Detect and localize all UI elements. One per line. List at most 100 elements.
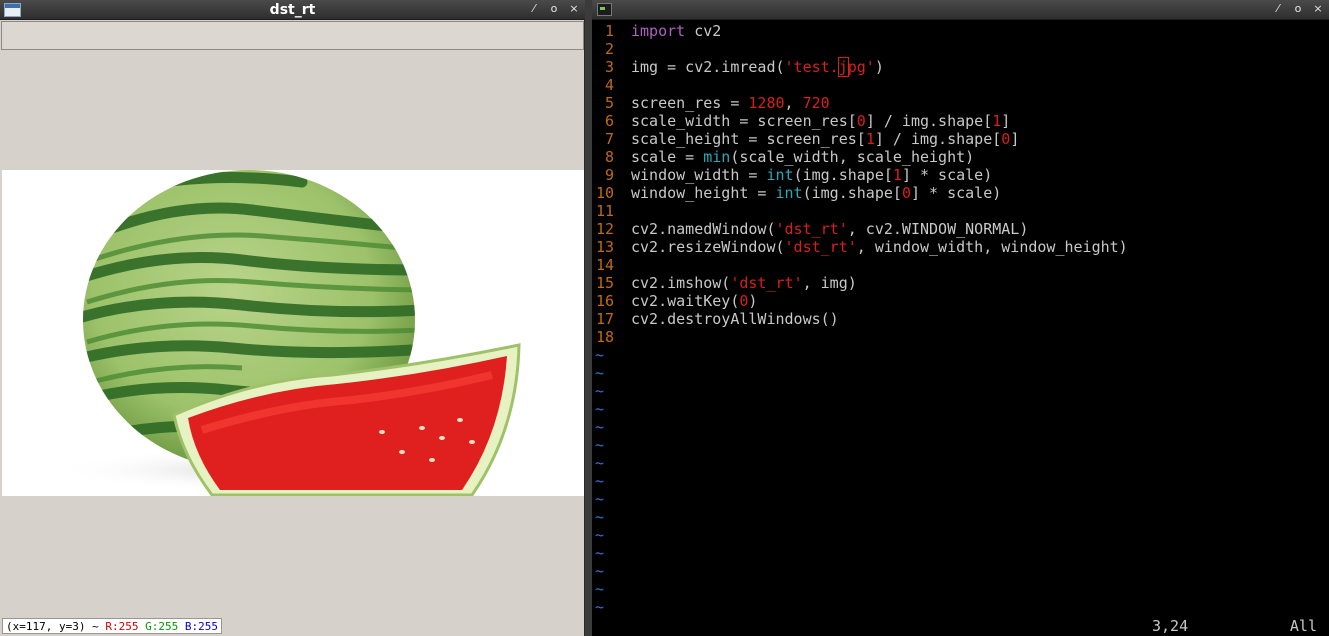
empty-line-marker: ~ [592,382,1329,400]
empty-line-marker: ~ [592,400,1329,418]
tilde-marker: ~ [595,490,605,508]
opencv-window: dst_rt ⁄ o × (x=117, y=3) ~ R:255 G:255 … [0,0,585,636]
code-line: 18 [592,328,1329,346]
tilde-marker: ~ [595,454,605,472]
maximize-icon[interactable]: ⁄ [1273,2,1283,15]
tilde-marker: ~ [595,544,605,562]
line-number: 7 [604,130,614,148]
code-text: cv2.imshow('dst_rt', img) [631,274,857,292]
line-number: 9 [604,166,614,184]
tilde-marker: ~ [595,346,605,364]
empty-line-marker: ~ [592,364,1329,382]
code-line: 12 cv2.namedWindow('dst_rt', cv2.WINDOW_… [592,220,1329,238]
code-text: cv2.resizeWindow('dst_rt', window_width,… [631,238,1128,256]
line-number: 12 [595,220,614,238]
tilde-marker: ~ [595,400,605,418]
tilde-marker: ~ [595,436,605,454]
tilde-marker: ~ [595,418,605,436]
terminal-window: ⁄ o × 1 import cv2 2 3 img = cv2.imread(… [592,0,1329,636]
opencv-titlebar[interactable]: dst_rt ⁄ o × [0,0,585,20]
vim-editor[interactable]: 1 import cv2 2 3 img = cv2.imread('test.… [592,22,1329,636]
line-number: 16 [595,292,614,310]
restore-icon[interactable]: o [549,2,559,15]
code-line: 16 cv2.waitKey(0) [592,292,1329,310]
pixel-status-bar: (x=117, y=3) ~ R:255 G:255 B:255 [2,618,222,634]
cursor-position: 3,24 [1152,617,1189,635]
code-text: window_height = int(img.shape[0] * scale… [631,184,1002,202]
tilde-marker: ~ [595,526,605,544]
vim-status-line: 3,24 All [592,616,1329,635]
terminal-icon[interactable] [597,3,612,16]
code-text: scale_width = screen_res[0] / img.shape[… [631,112,1011,130]
cursor-coordinates: (x=117, y=3) ~ [6,620,99,633]
code-line: 14 [592,256,1329,274]
code-text: scale_height = screen_res[1] / img.shape… [631,130,1020,148]
code-line: 3 img = cv2.imread('test.jpg') [592,57,1329,77]
close-icon[interactable]: × [1313,2,1323,15]
code-text: cv2.destroyAllWindows() [631,310,839,328]
empty-line-marker: ~ [592,490,1329,508]
green-value: G:255 [145,620,179,633]
code-line: 2 [592,40,1329,58]
code-text: cv2.namedWindow('dst_rt', cv2.WINDOW_NOR… [631,220,1029,238]
code-line: 7 scale_height = screen_res[1] / img.sha… [592,130,1329,148]
empty-line-marker: ~ [592,472,1329,490]
code-text: img = cv2.imread('test.jpg') [631,57,884,77]
code-line: 9 window_width = int(img.shape[1] * scal… [592,166,1329,184]
line-number: 2 [604,40,614,58]
empty-line-marker: ~ [592,418,1329,436]
line-number: 10 [595,184,614,202]
tilde-marker: ~ [595,382,605,400]
window-controls: ⁄ o × [1273,2,1323,15]
code-line: 10 window_height = int(img.shape[0] * sc… [592,184,1329,202]
code-text: window_width = int(img.shape[1] * scale) [631,166,993,184]
line-number: 11 [595,202,614,220]
close-icon[interactable]: × [569,2,579,15]
code-line: 6 scale_width = screen_res[0] / img.shap… [592,112,1329,130]
empty-line-marker: ~ [592,544,1329,562]
line-number: 15 [595,274,614,292]
code-line: 1 import cv2 [592,22,1329,40]
code-text: cv2.waitKey(0) [631,292,758,310]
code-line: 13 cv2.resizeWindow('dst_rt', window_wid… [592,238,1329,256]
code-text: screen_res = 1280, 720 [631,94,830,112]
blue-value: B:255 [184,620,218,633]
tilde-marker: ~ [595,562,605,580]
code-line: 8 scale = min(scale_width, scale_height) [592,148,1329,166]
line-number: 13 [595,238,614,256]
terminal-titlebar[interactable]: ⁄ o × [592,0,1329,20]
empty-line-marker: ~ [592,436,1329,454]
code-text: scale = min(scale_width, scale_height) [631,148,975,166]
line-number: 6 [604,112,614,130]
window-title: dst_rt [269,2,316,18]
red-value: R:255 [105,620,139,633]
code-line: 4 [592,76,1329,94]
displayed-image[interactable] [2,170,584,496]
tilde-marker: ~ [595,508,605,526]
code-line: 17 cv2.destroyAllWindows() [592,310,1329,328]
code-text: import cv2 [631,22,722,40]
tilde-marker: ~ [595,472,605,490]
empty-line-marker: ~ [592,526,1329,544]
window-controls: ⁄ o × [529,2,579,15]
empty-line-marker: ~ [592,562,1329,580]
line-number: 17 [595,310,614,328]
code-line: 5 screen_res = 1280, 720 [592,94,1329,112]
restore-icon[interactable]: o [1293,2,1303,15]
tilde-marker: ~ [595,598,605,616]
text-cursor: j [837,57,849,77]
line-number: 18 [595,328,614,346]
line-number: 3 [604,58,614,76]
code-line: 15 cv2.imshow('dst_rt', img) [592,274,1329,292]
maximize-icon[interactable]: ⁄ [529,2,539,15]
line-number: 1 [604,22,614,40]
watermelon-image [52,170,521,496]
opencv-toolbar [1,21,584,50]
line-number: 14 [595,256,614,274]
empty-line-marker: ~ [592,346,1329,364]
